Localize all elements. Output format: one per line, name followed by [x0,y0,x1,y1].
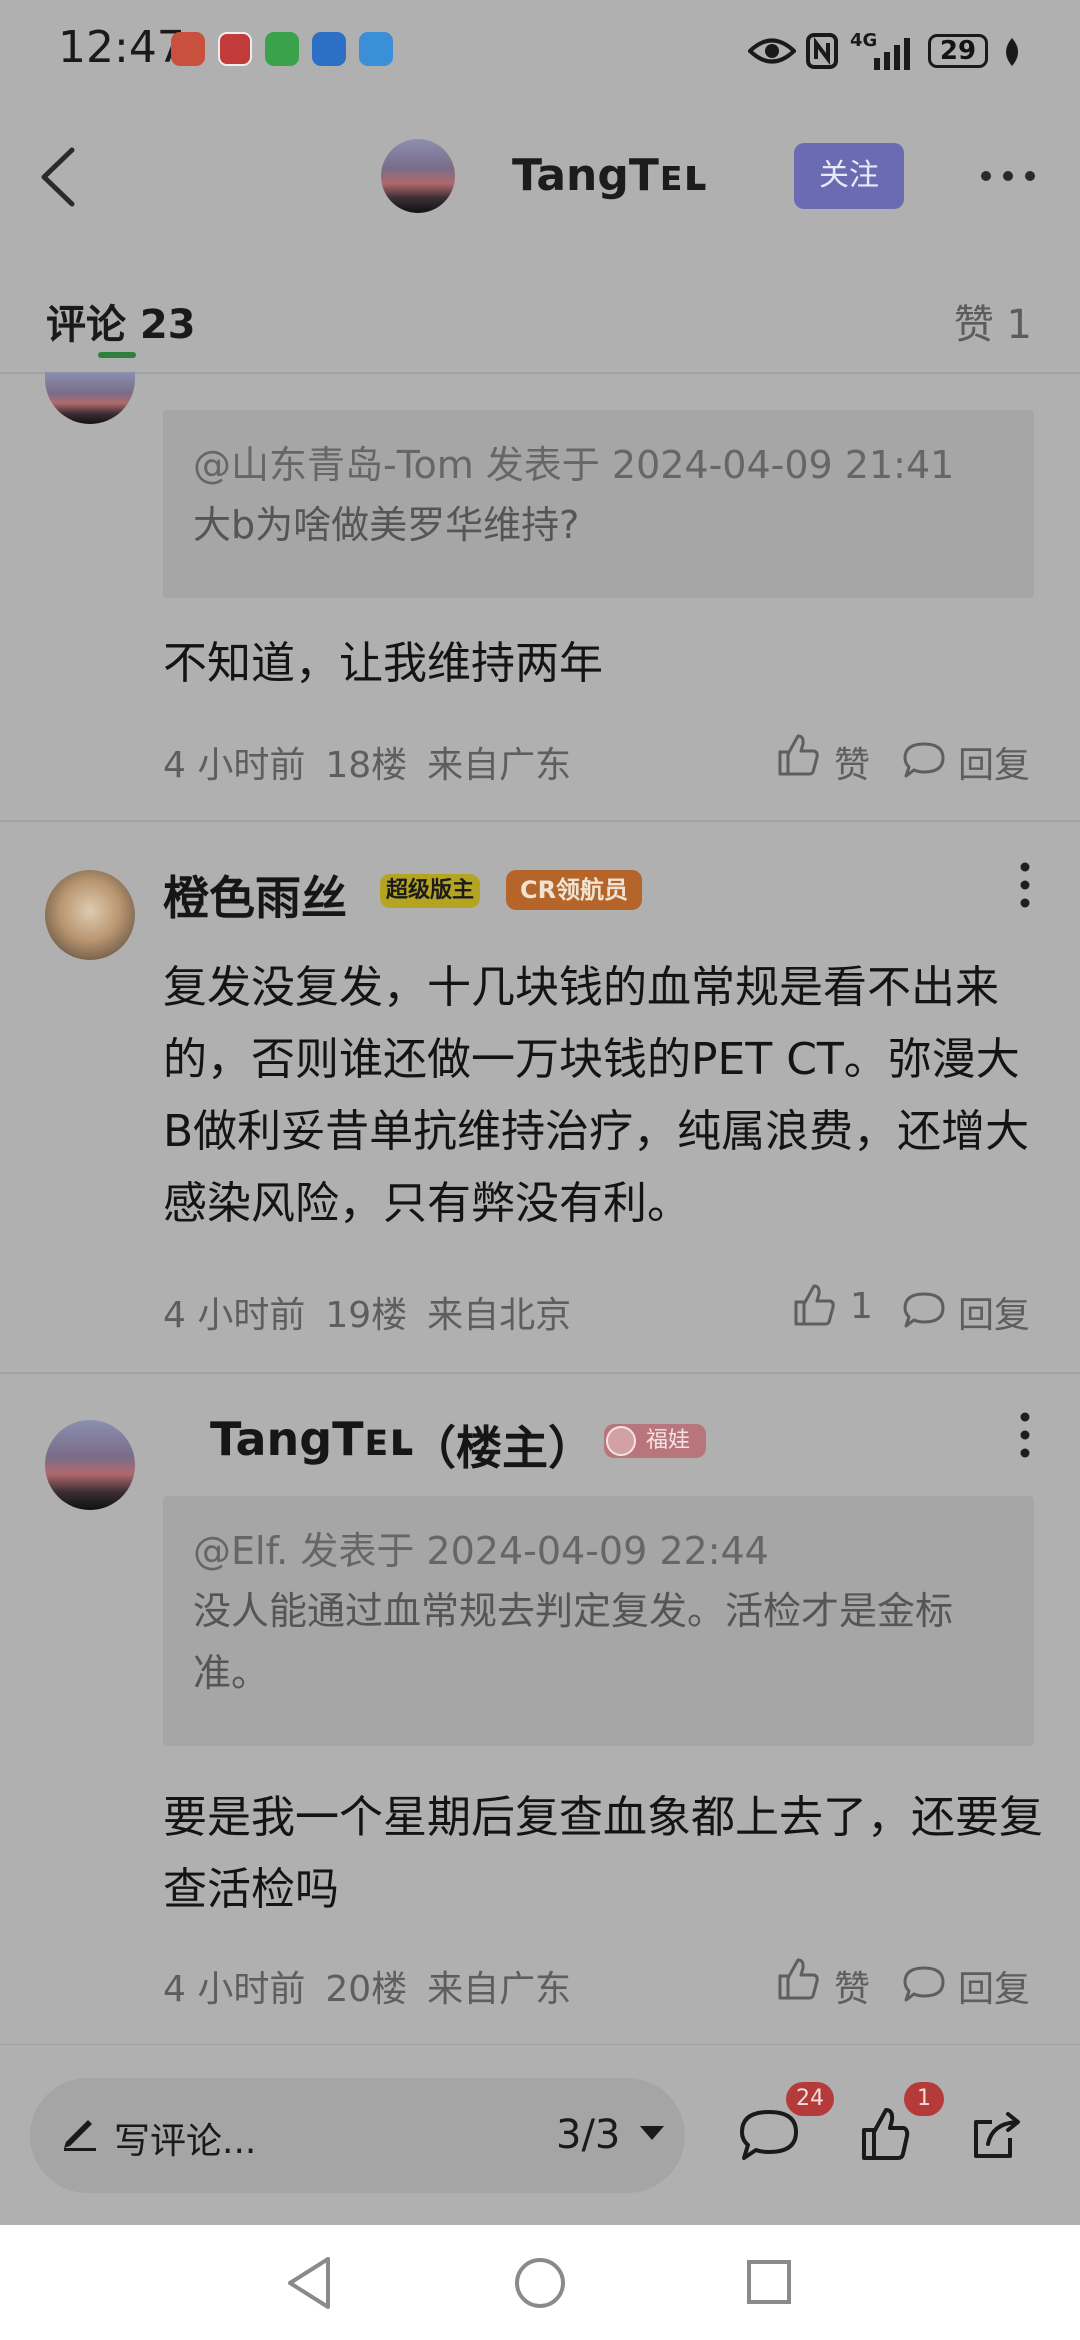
fuwa-badge-icon [606,1426,636,1456]
like-icon[interactable] [860,2106,910,2162]
quote-meta: @Elf. 发表于 2024-04-09 22:44 [193,1529,769,1573]
comment-location: 来自北京 [427,1295,572,1336]
comment-location: 来自广东 [427,1969,572,2010]
comment-username[interactable]: TangTᴇʟ [210,1412,414,1466]
owner-tag: （楼主） [410,1421,594,1475]
nav-back-icon[interactable] [284,2255,334,2311]
comment-meta: 4 小时前 18楼 来自广东 [163,736,591,788]
comment-floor: 19楼 [325,1295,408,1336]
leaf-icon [1006,38,1018,66]
status-time: 12:47 [58,22,185,73]
tabs-divider [0,372,1080,374]
header-username[interactable]: TangTᴇʟ [512,150,707,201]
quote-box: @Elf. 发表于 2024-04-09 22:44 没人能通过血常规去判定复发… [163,1496,1034,1746]
pencil-icon [64,2120,96,2151]
reply-icon[interactable] [902,1964,946,2004]
eye-icon [748,38,796,64]
comment-avatar[interactable] [45,372,135,424]
share-icon[interactable] [970,2108,1024,2162]
cr-navigator-badge: CR领航员 [506,870,642,910]
system-nav-bar [0,2225,1080,2340]
header-avatar[interactable] [381,139,455,213]
phone-app-icon [171,32,205,66]
like-count[interactable]: 1 [850,1286,873,1327]
comment-time: 4 小时前 [163,1969,306,2010]
nav-home-icon[interactable] [514,2257,566,2309]
fuwa-badge: 福娃 [604,1424,706,1458]
comment-divider [0,820,1080,822]
quote-meta: @山东青岛-Tom 发表于 2024-04-09 21:41 [193,443,955,487]
comment-text: 要是我一个星期后复查血象都上去了，还要复查活检吗 [163,1792,1043,1915]
transit-app-icon [359,32,393,66]
battery-indicator: 29 [928,34,988,68]
tab-comments[interactable]: 评论 23 [46,292,196,350]
comment-more-icon[interactable] [1020,1412,1030,1458]
comment-text: 复发没复发，十几块钱的血常规是看不出来的，否则谁还做一万块钱的PET CT。弥漫… [163,962,1030,1229]
wechat-icon [265,32,299,66]
comment-meta: 4 小时前 19楼 来自北京 [163,1286,591,1338]
quote-text: 大b为啥做美罗华维持? [193,503,580,547]
nfc-icon [806,33,838,69]
comment-time: 4 小时前 [163,745,306,786]
like-label[interactable]: 赞 [834,736,870,788]
comment-time: 4 小时前 [163,1295,306,1336]
thumbs-up-icon[interactable] [792,1282,836,1328]
browser-app-icon [312,32,346,66]
comment-floor: 20楼 [325,1969,408,2010]
comment-location: 来自广东 [427,745,572,786]
comment-text: 不知道，让我维持两年 [163,638,603,689]
tab-active-indicator [98,352,136,358]
back-icon[interactable] [28,142,88,212]
tab-likes[interactable]: 赞 1 [954,292,1032,350]
page-indicator[interactable]: 3/3 [556,2112,620,2158]
status-bar: 12:47 4G 29 [0,0,1080,110]
nav-recents-icon[interactable] [746,2259,792,2305]
comment-meta: 4 小时前 20楼 来自广东 [163,1960,591,2012]
reply-label[interactable]: 回复 [958,1960,1030,2012]
comment-more-icon[interactable] [1020,862,1030,908]
comments-icon[interactable] [738,2108,800,2164]
quote-text: 没人能通过血常规去判定复发。活检才是金标准。 [193,1589,954,1695]
reply-label[interactable]: 回复 [958,736,1030,788]
comment-username[interactable]: 橙色雨丝 [163,862,347,928]
fuwa-badge-label: 福娃 [646,1428,691,1453]
quote-box: @山东青岛-Tom 发表于 2024-04-09 21:41 大b为啥做美罗华维… [163,410,1034,598]
follow-button[interactable]: 关注 [794,143,904,209]
thumbs-up-icon[interactable] [776,1956,820,2002]
reply-icon[interactable] [902,740,946,780]
comment-divider [0,1372,1080,1374]
comment-floor: 18楼 [325,745,408,786]
more-options-icon[interactable] [980,158,1036,194]
like-label[interactable]: 赞 [834,1960,870,2012]
comment-count-badge: 24 [786,2082,834,2116]
bank-app-icon [218,32,252,66]
write-comment-label[interactable]: 写评论... [114,2112,256,2164]
comment-avatar[interactable] [45,870,135,960]
signal-icon [874,38,910,70]
chevron-down-icon[interactable] [638,2124,666,2142]
reply-icon[interactable] [902,1290,946,1330]
reply-label[interactable]: 回复 [958,1286,1030,1338]
like-count-badge: 1 [904,2082,944,2116]
comment-avatar[interactable] [45,1420,135,1510]
thumbs-up-icon[interactable] [776,732,820,778]
moderator-badge: 超级版主 [380,874,480,908]
